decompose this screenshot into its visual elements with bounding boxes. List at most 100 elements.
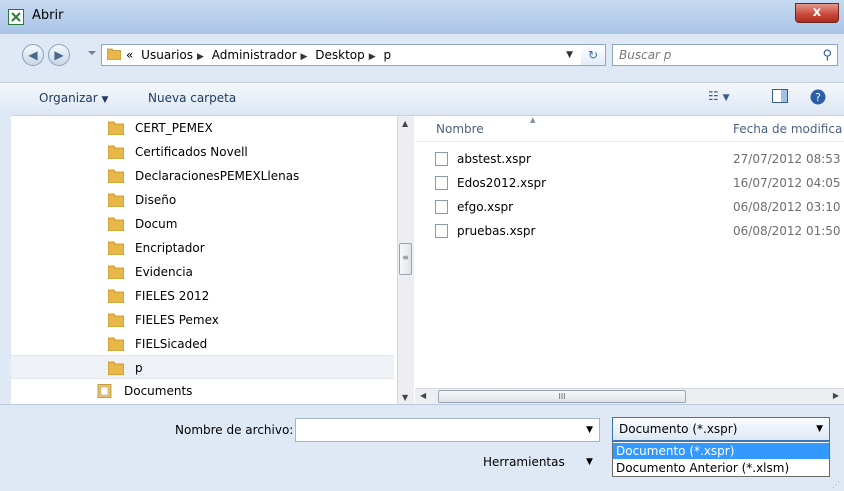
scroll-right-icon[interactable]: ▶ [833, 391, 839, 400]
forward-button[interactable]: ▶ [48, 44, 70, 66]
file-date: 16/07/2012 04:05 . [733, 176, 844, 190]
chevron-down-icon[interactable]: ▼ [586, 457, 593, 467]
folder-icon [107, 48, 121, 60]
file-date: 06/08/2012 03:10 . [733, 200, 844, 214]
chevron-down-icon[interactable]: ▼ [566, 50, 573, 60]
nav-item-label: FIELES Pemex [135, 313, 219, 327]
nav-item-p[interactable]: p [11, 355, 394, 379]
folder-icon [108, 169, 124, 183]
chevron-down-icon[interactable]: ▼ [586, 425, 593, 435]
scroll-thumb[interactable]: III [438, 390, 686, 403]
breadcrumb-overflow[interactable]: « [126, 48, 133, 62]
breadcrumb-usuarios[interactable]: Usuarios [141, 48, 193, 62]
nav-vertical-scrollbar[interactable]: ▲ ≡ ▼ [397, 116, 414, 405]
nav-item-fieles-2012[interactable]: FIELES 2012 [11, 284, 394, 308]
chevron-down-icon[interactable]: ▼ [816, 424, 823, 434]
nav-item-fielsicaded[interactable]: FIELSicaded [11, 332, 394, 356]
folder-icon [108, 241, 124, 255]
search-icon[interactable]: ⚲ [822, 48, 832, 63]
xspr-file-icon [435, 152, 448, 166]
file-row[interactable]: abstest.xspr 27/07/2012 08:53 . [415, 148, 844, 172]
nav-item-fieles-pemex[interactable]: FIELES Pemex [11, 308, 394, 332]
nav-item-docum[interactable]: Docum [11, 212, 394, 236]
scroll-left-icon[interactable]: ◀ [420, 391, 426, 400]
view-options-icon[interactable]: ☷ ▼ [708, 89, 730, 107]
folder-icon [108, 193, 124, 207]
column-header-date[interactable]: Fecha de modifica [733, 122, 842, 136]
folder-icon [108, 313, 124, 327]
file-name: efgo.xspr [457, 200, 514, 214]
svg-text:?: ? [815, 91, 821, 104]
nav-item-label: DeclaracionesPEMEXLlenas [135, 169, 300, 183]
address-row: ◀ ▶ « Usuarios ▶ Administrador ▶ Desktop ▶ … [0, 34, 844, 76]
resize-grip-icon[interactable]: ⋰ [832, 480, 840, 489]
tools-button[interactable]: Herramientas [483, 455, 565, 469]
file-type-option[interactable]: Documento (*.xspr) [613, 443, 829, 459]
file-type-select[interactable]: Documento (*.xspr) ▼ [612, 417, 830, 441]
left-frame [0, 114, 11, 404]
chevron-right-icon[interactable]: ▶ [369, 52, 376, 62]
sort-ascending-icon: ▲ [530, 116, 536, 124]
new-folder-button[interactable]: Nueva carpeta [148, 91, 236, 105]
refresh-button[interactable]: ↻ [581, 44, 606, 66]
search-input[interactable] [619, 47, 809, 63]
filename-combobox[interactable]: ▼ [295, 418, 600, 442]
nav-item-evidencia[interactable]: Evidencia [11, 260, 394, 284]
file-row[interactable]: pruebas.xspr 06/08/2012 01:50 . [415, 220, 844, 244]
nav-item-label: FIELSicaded [135, 337, 208, 351]
address-bar[interactable]: « Usuarios ▶ Administrador ▶ Desktop ▶ p ▼ [101, 44, 606, 66]
column-headers: ▲ Nombre Fecha de modifica [415, 116, 844, 142]
file-row[interactable]: Edos2012.xspr 16/07/2012 04:05 . [415, 172, 844, 196]
breadcrumb: « Usuarios ▶ Administrador ▶ Desktop ▶ p [126, 48, 395, 62]
documents-library-icon [97, 384, 112, 398]
xspr-file-icon [435, 176, 448, 190]
nav-item-label: Certificados Novell [135, 145, 248, 159]
folder-open-icon [108, 361, 124, 375]
nav-item-certificados-novell[interactable]: Certificados Novell [11, 140, 394, 164]
nav-item-label: CERT_PEMEX [135, 121, 213, 135]
file-row[interactable]: efgo.xspr 06/08/2012 03:10 . [415, 196, 844, 220]
preview-pane-icon[interactable] [772, 89, 788, 107]
file-type-option[interactable]: Documento Anterior (*.xlsm) [613, 460, 829, 476]
browser-area: CERT_PEMEX Certificados Novell Declaraci… [11, 115, 844, 405]
chevron-right-icon[interactable]: ▶ [197, 52, 204, 62]
nav-item-diseno[interactable]: Diseño [11, 188, 394, 212]
column-header-name[interactable]: Nombre [436, 122, 484, 136]
close-button[interactable]: x [795, 3, 839, 23]
search-box[interactable]: ⚲ [612, 44, 838, 66]
command-toolbar: Organizar ▼ Nueva carpeta ☷ ▼ ? [0, 82, 844, 116]
window-title: Abrir [32, 8, 64, 23]
organize-button[interactable]: Organizar ▼ [39, 91, 108, 105]
folder-icon [108, 217, 124, 231]
file-type-value: Documento (*.xspr) [619, 422, 738, 436]
file-type-options: Documento (*.xspr) Documento Anterior (*… [612, 441, 830, 477]
title-bar: Abrir x [0, 0, 844, 34]
breadcrumb-administrador[interactable]: Administrador [212, 48, 297, 62]
chevron-right-icon[interactable]: ▶ [301, 52, 308, 62]
nav-item-declaraciones[interactable]: DeclaracionesPEMEXLlenas [11, 164, 394, 188]
file-date: 27/07/2012 08:53 . [733, 152, 844, 166]
nav-item-encriptador[interactable]: Encriptador [11, 236, 394, 260]
file-horizontal-scrollbar[interactable]: ◀ III ▶ [415, 388, 844, 405]
xspr-file-icon [435, 200, 448, 214]
chevron-down-icon: ▼ [101, 95, 109, 105]
nav-item-label: Diseño [135, 193, 177, 207]
help-icon[interactable]: ? [810, 89, 826, 107]
back-button[interactable]: ◀ [22, 44, 44, 66]
scroll-down-icon[interactable]: ▼ [402, 393, 408, 402]
nav-item-documents[interactable]: Documents [11, 379, 394, 403]
filename-input[interactable] [299, 422, 569, 438]
folder-icon [108, 337, 124, 351]
navigation-pane: CERT_PEMEX Certificados Novell Declaraci… [11, 116, 397, 405]
recent-locations-dropdown[interactable] [88, 51, 96, 55]
folder-icon [108, 289, 124, 303]
nav-item-label: Documents [124, 384, 193, 398]
organize-label: Organizar [39, 91, 98, 105]
file-name: Edos2012.xspr [457, 176, 547, 190]
nav-item-label: Evidencia [135, 265, 193, 279]
scroll-thumb[interactable]: ≡ [399, 243, 412, 275]
scroll-up-icon[interactable]: ▲ [402, 119, 408, 128]
nav-item-cert-pemex[interactable]: CERT_PEMEX [11, 116, 394, 140]
breadcrumb-p[interactable]: p [384, 48, 392, 62]
breadcrumb-desktop[interactable]: Desktop [315, 48, 365, 62]
